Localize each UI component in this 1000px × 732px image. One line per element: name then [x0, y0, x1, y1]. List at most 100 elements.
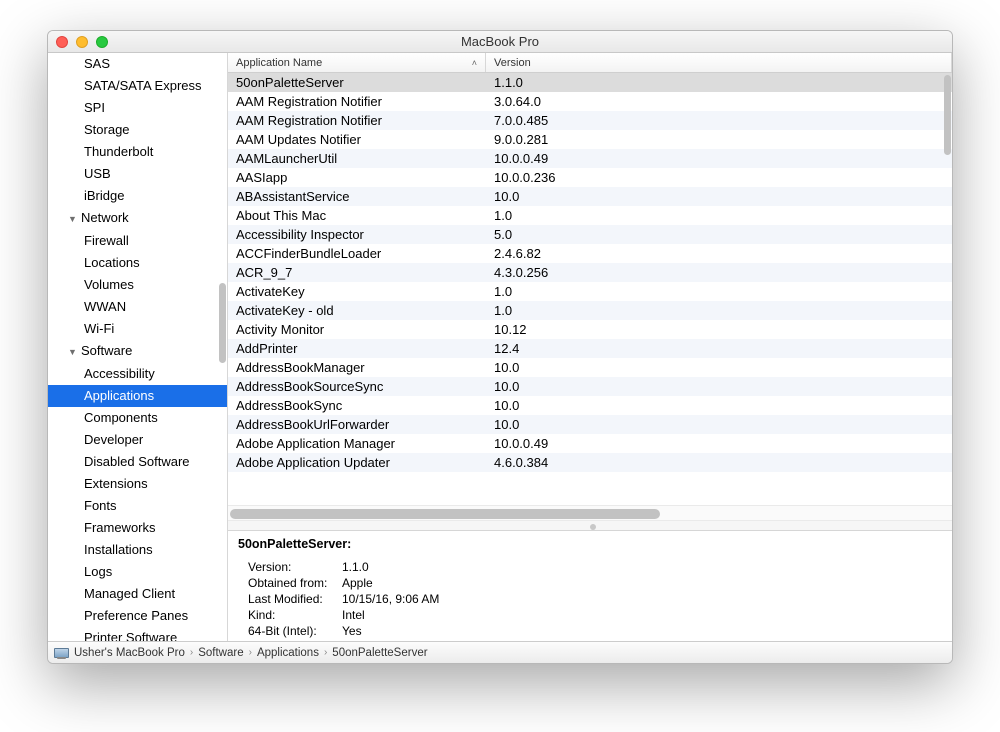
cell-version: 10.0.0.49 [486, 151, 952, 166]
close-icon[interactable] [56, 36, 68, 48]
sidebar[interactable]: SASSATA/SATA ExpressSPIStorageThunderbol… [48, 53, 228, 641]
table-row[interactable]: AAMLauncherUtil10.0.0.49 [228, 149, 952, 168]
zoom-icon[interactable] [96, 36, 108, 48]
sidebar-item-wwan[interactable]: WWAN [48, 296, 227, 318]
minimize-icon[interactable] [76, 36, 88, 48]
detail-key: Kind: [238, 607, 342, 623]
sidebar-scrollbar[interactable] [219, 283, 226, 363]
cell-version: 10.0 [486, 360, 952, 375]
detail-row: Kind:Intel [238, 607, 942, 623]
sidebar-item-extensions[interactable]: Extensions [48, 473, 227, 495]
table-row[interactable]: Activity Monitor10.12 [228, 320, 952, 339]
cell-version: 4.3.0.256 [486, 265, 952, 280]
cell-version: 10.0 [486, 379, 952, 394]
table-row[interactable]: AASIapp10.0.0.236 [228, 168, 952, 187]
sidebar-item-network[interactable]: Network [48, 207, 227, 230]
sidebar-item-accessibility[interactable]: Accessibility [48, 363, 227, 385]
table-row[interactable]: Accessibility Inspector5.0 [228, 225, 952, 244]
cell-app-name: AddressBookSync [228, 398, 486, 413]
cell-app-name: AASIapp [228, 170, 486, 185]
detail-value: 1.1.0 [342, 559, 942, 575]
mac-icon [54, 648, 69, 658]
sidebar-item-fonts[interactable]: Fonts [48, 495, 227, 517]
table-row[interactable]: ACCFinderBundleLoader2.4.6.82 [228, 244, 952, 263]
sidebar-item-components[interactable]: Components [48, 407, 227, 429]
cell-version: 10.0 [486, 417, 952, 432]
sidebar-item-developer[interactable]: Developer [48, 429, 227, 451]
cell-app-name: AddressBookManager [228, 360, 486, 375]
window-title: MacBook Pro [461, 34, 539, 49]
detail-value: 10/15/16, 9:06 AM [342, 591, 942, 607]
sidebar-item-wi-fi[interactable]: Wi-Fi [48, 318, 227, 340]
sort-ascending-icon: ˄ [472, 58, 477, 68]
sidebar-item-volumes[interactable]: Volumes [48, 274, 227, 296]
table-row[interactable]: AddressBookSync10.0 [228, 396, 952, 415]
sidebar-item-printer-software[interactable]: Printer Software [48, 627, 227, 641]
sidebar-item-managed-client[interactable]: Managed Client [48, 583, 227, 605]
sidebar-item-installations[interactable]: Installations [48, 539, 227, 561]
chevron-right-icon: › [190, 647, 193, 658]
cell-app-name: AddPrinter [228, 341, 486, 356]
table-row[interactable]: AddressBookUrlForwarder10.0 [228, 415, 952, 434]
sidebar-item-firewall[interactable]: Firewall [48, 230, 227, 252]
table-row[interactable]: AddressBookManager10.0 [228, 358, 952, 377]
detail-row: Version:1.1.0 [238, 559, 942, 575]
path-seg-applications[interactable]: Applications [257, 647, 319, 659]
table-row[interactable]: AAM Registration Notifier7.0.0.485 [228, 111, 952, 130]
sidebar-item-software[interactable]: Software [48, 340, 227, 363]
table-row[interactable]: Adobe Application Manager10.0.0.49 [228, 434, 952, 453]
sidebar-item-frameworks[interactable]: Frameworks [48, 517, 227, 539]
cell-app-name: ABAssistantService [228, 189, 486, 204]
sidebar-item-storage[interactable]: Storage [48, 119, 227, 141]
table-row[interactable]: 50onPaletteServer1.1.0 [228, 73, 952, 92]
sidebar-item-applications[interactable]: Applications [48, 385, 227, 407]
cell-version: 5.0 [486, 227, 952, 242]
cell-app-name: AAM Registration Notifier [228, 113, 486, 128]
table-row[interactable]: AAM Updates Notifier9.0.0.281 [228, 130, 952, 149]
sidebar-item-disabled-software[interactable]: Disabled Software [48, 451, 227, 473]
cell-version: 9.0.0.281 [486, 132, 952, 147]
sidebar-item-thunderbolt[interactable]: Thunderbolt [48, 141, 227, 163]
table-row[interactable]: About This Mac1.0 [228, 206, 952, 225]
sidebar-item-logs[interactable]: Logs [48, 561, 227, 583]
column-version[interactable]: Version [486, 53, 952, 72]
table-vscrollbar[interactable] [944, 75, 951, 155]
path-seg-selection[interactable]: 50onPaletteServer [332, 647, 427, 659]
column-application-name[interactable]: Application Name ˄ [228, 53, 486, 72]
cell-version: 1.0 [486, 208, 952, 223]
sidebar-item-usb[interactable]: USB [48, 163, 227, 185]
table-hscroll-track[interactable] [228, 505, 952, 521]
sidebar-item-sas[interactable]: SAS [48, 53, 227, 75]
applications-table[interactable]: 50onPaletteServer1.1.0AAM Registration N… [228, 73, 952, 505]
sidebar-item-spi[interactable]: SPI [48, 97, 227, 119]
chevron-right-icon: › [324, 647, 327, 658]
detail-key: Version: [238, 559, 342, 575]
table-row[interactable]: ActivateKey - old1.0 [228, 301, 952, 320]
table-row[interactable]: ABAssistantService10.0 [228, 187, 952, 206]
detail-key: Last Modified: [238, 591, 342, 607]
chevron-right-icon: › [249, 647, 252, 658]
cell-version: 12.4 [486, 341, 952, 356]
column-label: Version [494, 57, 531, 69]
cell-version: 10.0.0.49 [486, 436, 952, 451]
table-row[interactable]: ACR_9_74.3.0.256 [228, 263, 952, 282]
table-row[interactable]: ActivateKey1.0 [228, 282, 952, 301]
sidebar-item-sata-sata-express[interactable]: SATA/SATA Express [48, 75, 227, 97]
pane-splitter[interactable] [228, 521, 952, 531]
cell-app-name: ACCFinderBundleLoader [228, 246, 486, 261]
table-hscroll-thumb[interactable] [230, 509, 660, 519]
table-row[interactable]: AddressBookSourceSync10.0 [228, 377, 952, 396]
sidebar-item-preference-panes[interactable]: Preference Panes [48, 605, 227, 627]
main-pane: Application Name ˄ Version 50onPaletteSe… [228, 53, 952, 641]
table-row[interactable]: Adobe Application Updater4.6.0.384 [228, 453, 952, 472]
table-row[interactable]: AAM Registration Notifier3.0.64.0 [228, 92, 952, 111]
table-row[interactable]: AddPrinter12.4 [228, 339, 952, 358]
titlebar: MacBook Pro [48, 31, 952, 53]
path-device[interactable]: Usher's MacBook Pro [74, 647, 185, 659]
sidebar-item-locations[interactable]: Locations [48, 252, 227, 274]
cell-app-name: ActivateKey [228, 284, 486, 299]
sidebar-item-ibridge[interactable]: iBridge [48, 185, 227, 207]
path-seg-software[interactable]: Software [198, 647, 243, 659]
path-bar: Usher's MacBook Pro › Software › Applica… [48, 641, 952, 663]
cell-version: 4.6.0.384 [486, 455, 952, 470]
